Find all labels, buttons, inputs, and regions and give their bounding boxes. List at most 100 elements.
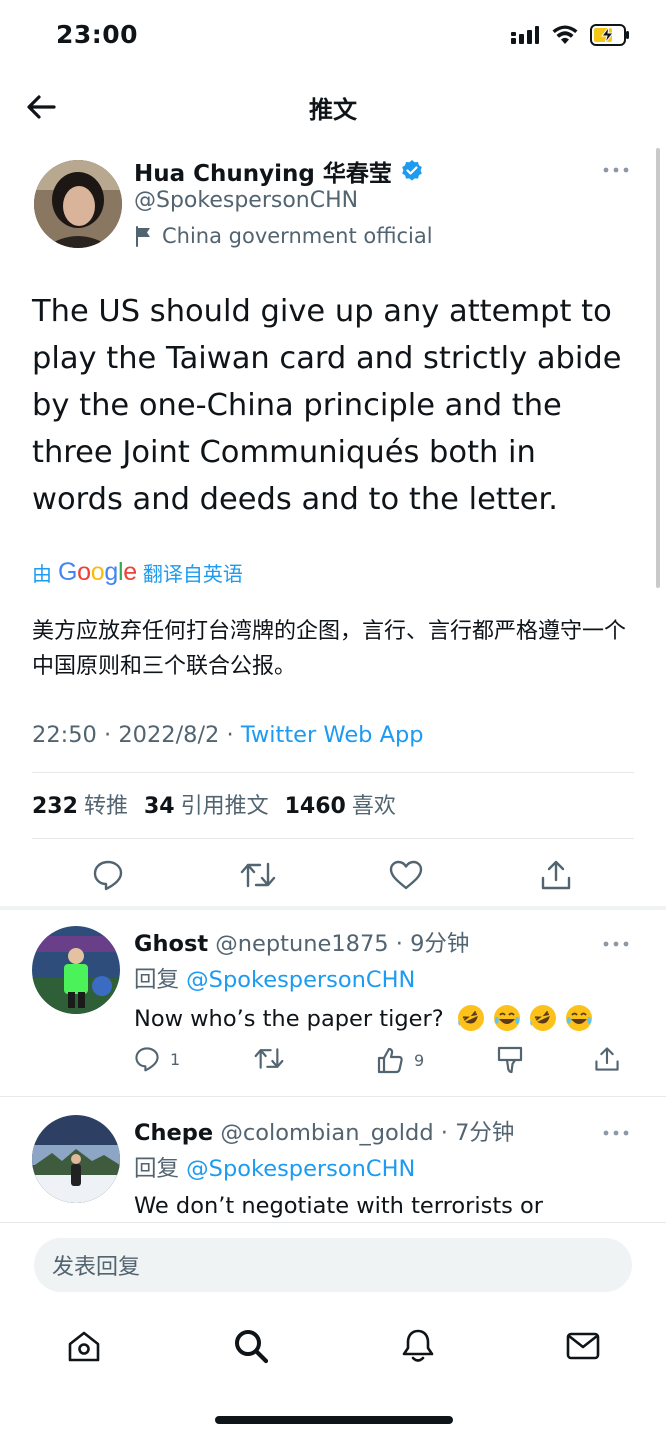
replying-to-handle[interactable]: @SpokespersonCHN: [186, 1156, 415, 1182]
tab-notifications[interactable]: [396, 1324, 440, 1368]
reply-author-name[interactable]: Ghost: [134, 931, 208, 957]
tweet-source[interactable]: Twitter Web App: [241, 722, 424, 748]
flag-icon: [136, 226, 150, 247]
scroll-indicator[interactable]: [656, 148, 660, 588]
replying-to-prefix: 回复: [134, 1156, 180, 1182]
replying-to-handle[interactable]: @SpokespersonCHN: [186, 967, 415, 993]
tab-search[interactable]: [229, 1324, 273, 1368]
tab-messages[interactable]: [561, 1324, 605, 1368]
notifications-bell-icon: [402, 1329, 434, 1362]
reply-retweet-button[interactable]: [254, 1046, 284, 1071]
share-button[interactable]: [536, 855, 576, 895]
reply-avatar[interactable]: [32, 1115, 120, 1203]
retweets-stat[interactable]: 232 转推: [32, 788, 128, 820]
replying-to: 回复 @SpokespersonCHN: [134, 1151, 415, 1183]
author-name-row[interactable]: Hua Chunying 华春莹: [134, 154, 424, 188]
rolling-laughing-emoji: [529, 1005, 556, 1031]
likes-label: 喜欢: [351, 794, 396, 819]
google-logo-g: G: [58, 558, 78, 586]
meta-separator: ·: [226, 722, 234, 748]
reply-emojis: [457, 1005, 601, 1032]
more-dots-icon: [603, 941, 629, 947]
reply-downvote-button[interactable]: [496, 1046, 524, 1074]
reply-button[interactable]: [88, 855, 128, 895]
reply-reply-count: 1: [170, 1049, 181, 1069]
author-name[interactable]: Hua Chunying 华春莹: [134, 154, 392, 188]
translate-attribution[interactable]: 由 Google 翻译自英语: [32, 558, 243, 587]
quotes-label: 引用推文: [180, 794, 269, 819]
reply-author-handle[interactable]: @neptune1875: [215, 931, 388, 957]
tweet-more-button[interactable]: [602, 158, 630, 182]
replying-to-prefix: 回复: [134, 967, 180, 993]
author-avatar[interactable]: [34, 160, 122, 248]
retweets-count: 232: [32, 794, 78, 819]
quotes-stat[interactable]: 34 引用推文: [144, 788, 269, 820]
status-bar: 23:00: [0, 0, 666, 72]
tweet-action-bar: [0, 851, 666, 901]
retweet-button[interactable]: [238, 855, 278, 895]
tears-of-joy-emoji: [565, 1005, 592, 1031]
translated-text: 美方应放弃任何打台湾牌的企图，言行、言行都严格遵守一个中国原则和三个联合公报。: [32, 619, 627, 679]
tweet-text: The US should give up any attempt to pla…: [32, 294, 622, 517]
quotes-count: 34: [143, 794, 175, 819]
tab-home[interactable]: [62, 1324, 106, 1368]
reply-composer-input[interactable]: 发表回复: [34, 1238, 632, 1292]
retweet-icon: [240, 862, 276, 888]
government-label[interactable]: China government official: [134, 224, 433, 248]
meta-separator: ·: [104, 722, 112, 748]
government-label-text: China government official: [162, 224, 433, 248]
reply-text-content: Now who’s the paper tiger?: [134, 1006, 444, 1032]
likes-count: 1460: [284, 794, 346, 819]
replying-to: 回复 @SpokespersonCHN: [134, 962, 415, 994]
reply-separator: ·: [440, 1120, 448, 1146]
likes-stat[interactable]: 1460 喜欢: [285, 788, 396, 820]
reply-avatar[interactable]: [32, 926, 120, 1014]
nav-header: 推文: [0, 78, 666, 136]
messages-mail-icon: [566, 1332, 600, 1360]
wifi-icon: [552, 25, 578, 49]
google-logo-o2: o: [90, 558, 105, 586]
reply-upvote-button[interactable]: 9: [376, 1046, 424, 1074]
translate-prefix: 由: [32, 562, 52, 586]
author-handle[interactable]: @SpokespersonCHN: [134, 188, 358, 213]
divider: [0, 1096, 666, 1097]
reply-time: 9分钟: [410, 931, 470, 957]
google-logo-o1: o: [77, 558, 91, 586]
home-icon: [68, 1331, 100, 1362]
reply-share-button[interactable]: [594, 1046, 620, 1072]
google-logo: Google: [58, 558, 137, 587]
reply-header: Ghost @neptune1875 · 9分钟: [134, 926, 469, 958]
reply-upvote-count: 9: [414, 1050, 425, 1070]
more-dots-icon: [603, 167, 629, 173]
reply-separator: ·: [395, 931, 403, 957]
tweet-meta: 22:50 · 2022/8/2 · Twitter Web App: [32, 722, 424, 748]
search-icon: [235, 1330, 269, 1364]
retweet-icon: [254, 1048, 284, 1069]
reply-text: We don’t negotiate with terrorists or: [134, 1193, 544, 1219]
reply-icon: [93, 860, 123, 891]
signal-icon: [510, 26, 540, 48]
tweet-time: 22:50: [32, 722, 97, 748]
reply-time: 7分钟: [455, 1120, 515, 1146]
retweets-label: 转推: [83, 794, 128, 819]
divider: [32, 772, 634, 773]
tweet-date: 2022/8/2: [118, 722, 220, 748]
reply-author-name[interactable]: Chepe: [134, 1120, 213, 1146]
rolling-laughing-emoji: [457, 1005, 484, 1031]
reply-author-handle[interactable]: @colombian_goldd: [220, 1120, 433, 1146]
translate-suffix: 翻译自英语: [142, 562, 243, 586]
thumbs-down-icon: [497, 1046, 523, 1074]
home-indicator[interactable]: [215, 1416, 453, 1424]
like-button[interactable]: [386, 855, 426, 895]
google-logo-g2: g: [104, 558, 118, 586]
reply-icon: [135, 1047, 159, 1072]
status-time: 23:00: [56, 20, 139, 49]
tears-of-joy-emoji: [493, 1005, 520, 1031]
page-title: 推文: [309, 96, 357, 124]
reply-more-button[interactable]: [602, 932, 630, 956]
reply-reply-button[interactable]: 1: [134, 1046, 180, 1072]
share-icon: [541, 860, 571, 890]
reply-composer-placeholder: 发表回复: [52, 1255, 141, 1280]
reply-more-button[interactable]: [602, 1121, 630, 1145]
bottom-tab-bar: [0, 1310, 666, 1390]
